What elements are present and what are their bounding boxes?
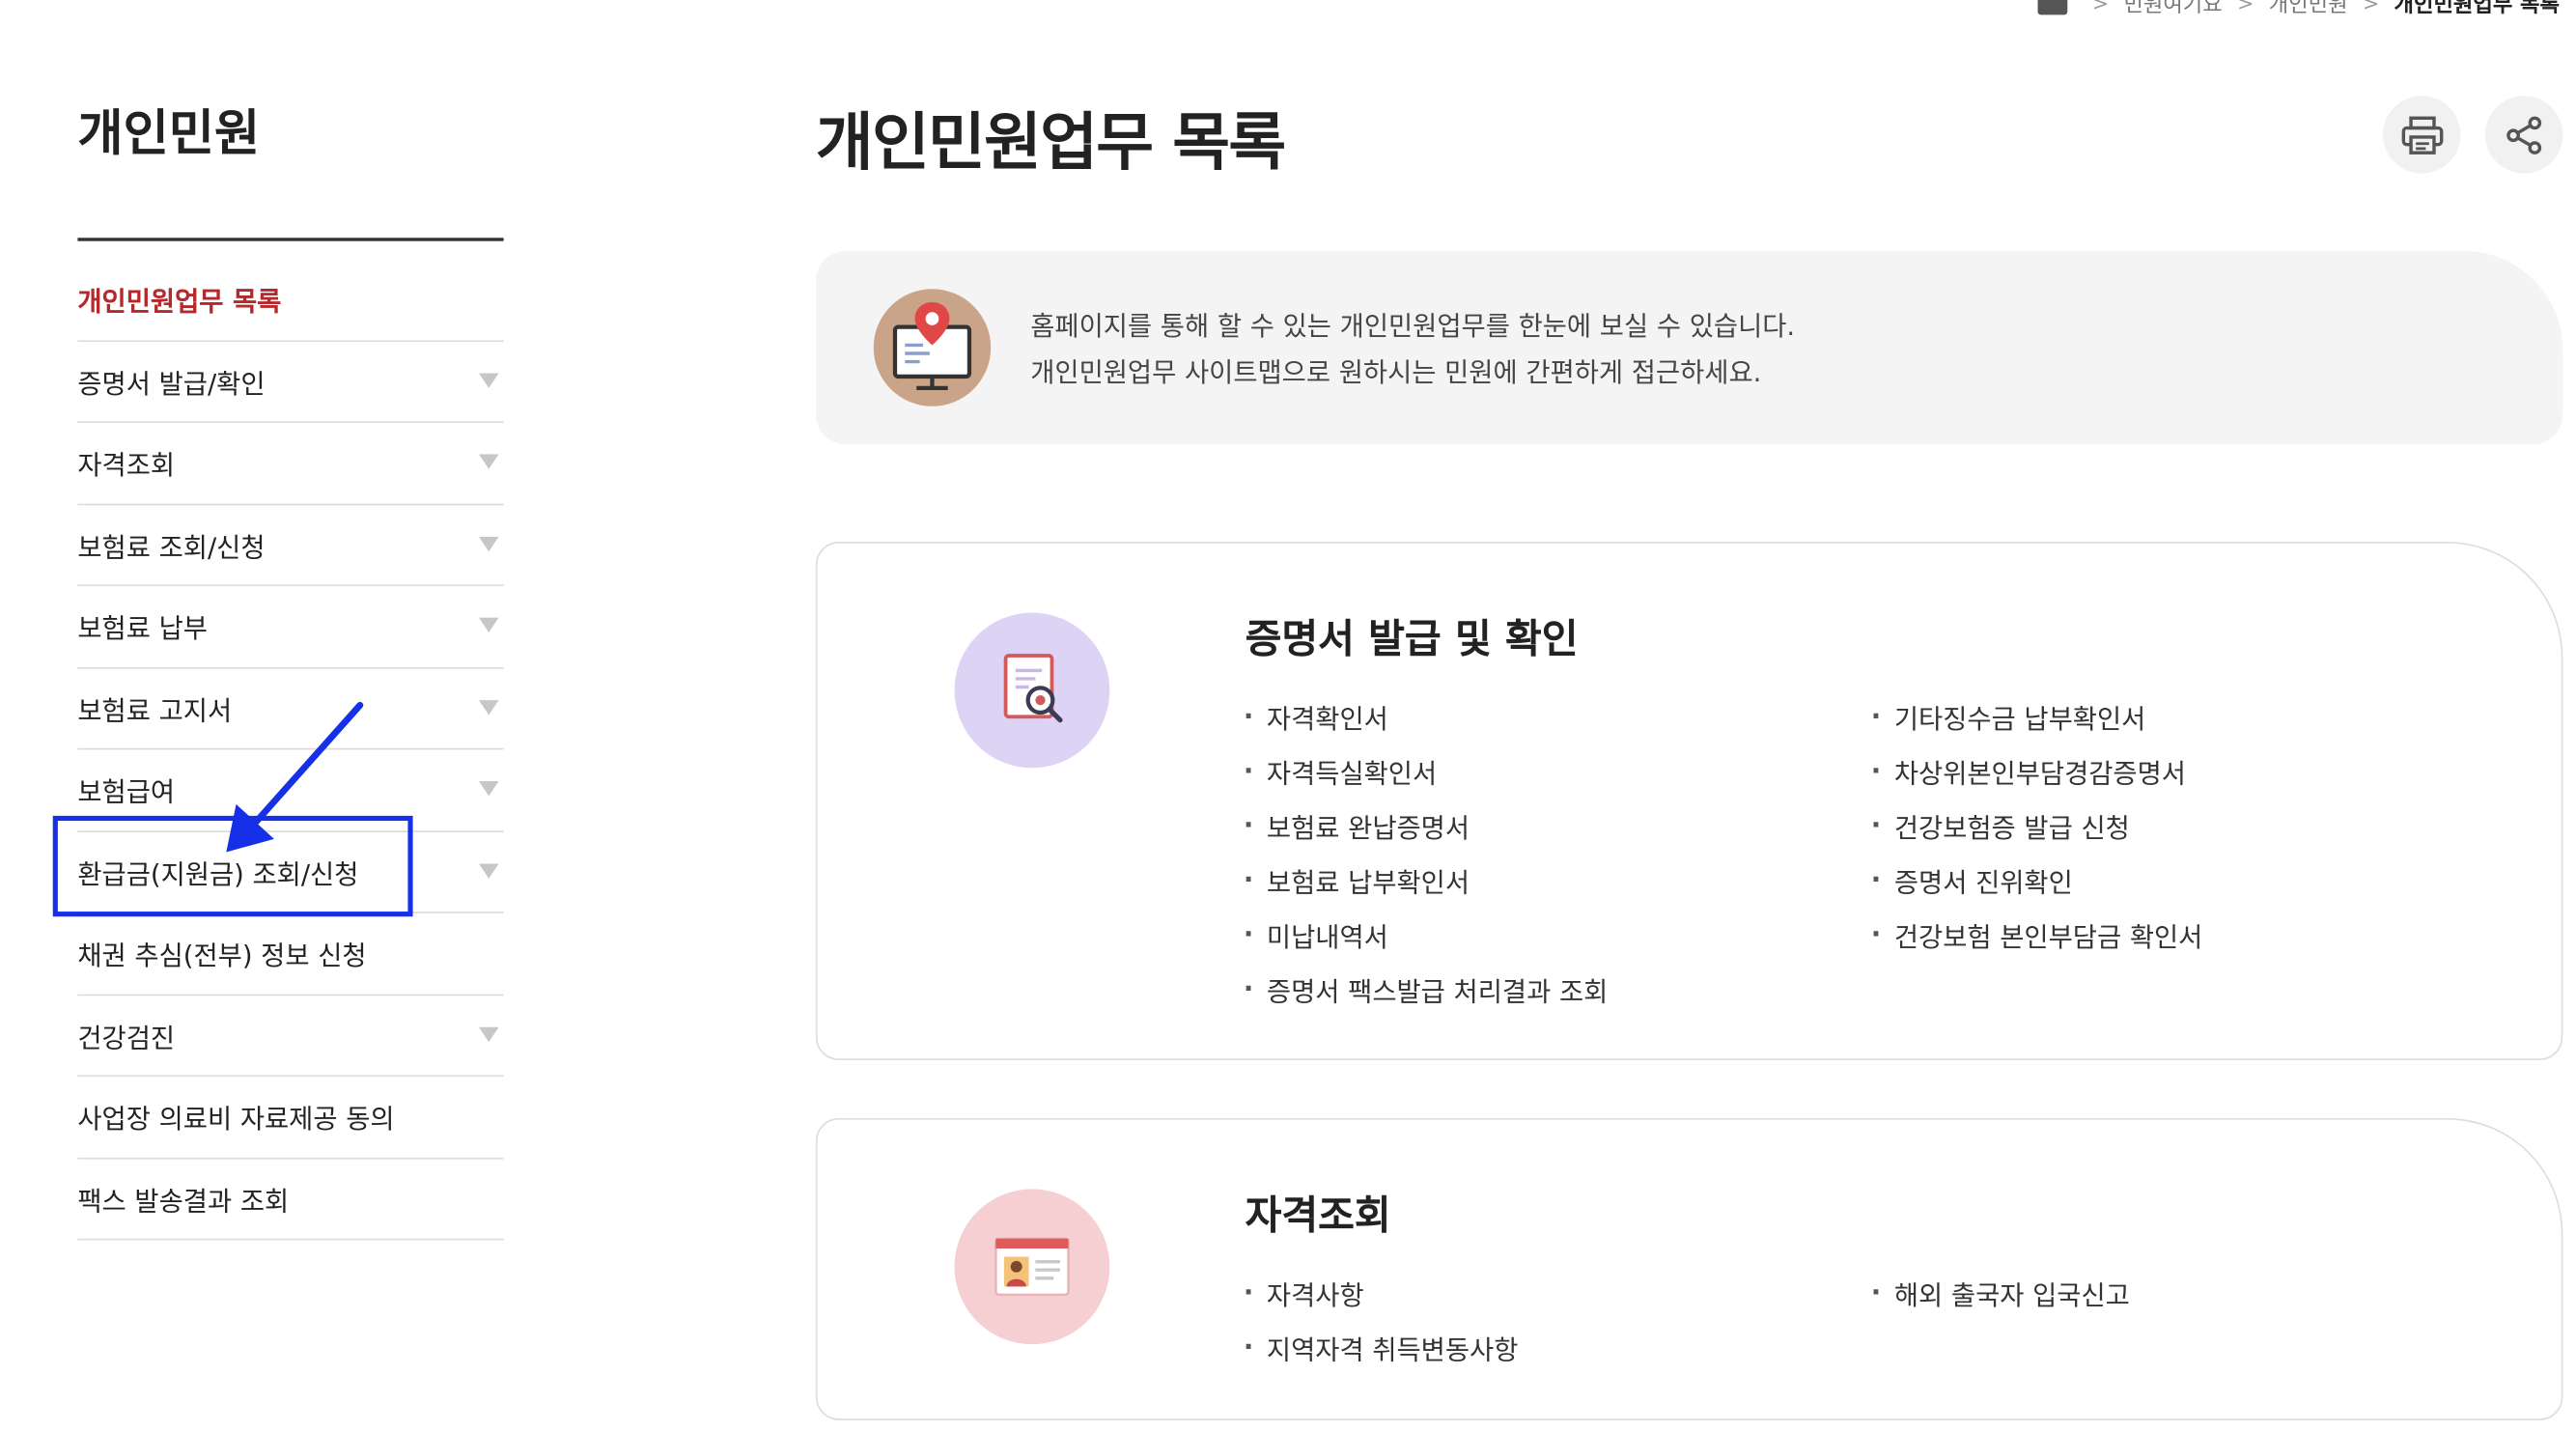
sidebar-item-label: 증명서 발급/확인 [77, 367, 266, 400]
sidebar-item-label: 보험료 고지서 [77, 694, 233, 727]
sidebar-divider [77, 238, 504, 241]
document-search-icon [954, 612, 1110, 769]
sidebar-item-label: 팩스 발송결과 조회 [77, 1185, 290, 1218]
list-item-link[interactable]: 지역자격 취득변동사항 [1244, 1320, 1518, 1374]
list-item-link[interactable]: 해외 출국자 입국신고 [1871, 1265, 2130, 1319]
page-title: 개인민원업무 목록 [815, 105, 1286, 179]
intro-text: 홈페이지를 통해 할 수 있는 개인민원업무를 한눈에 보실 수 있습니다. 개… [1030, 304, 1795, 397]
caret-down-icon[interactable] [478, 373, 499, 388]
intro-box: 홈페이지를 통해 할 수 있는 개인민원업무를 한눈에 보실 수 있습니다. 개… [815, 250, 2563, 445]
caret-down-icon[interactable] [478, 863, 499, 879]
breadcrumb-separator-icon: > [2362, 0, 2380, 14]
section-card-qualification: 자격조회 자격사항 지역자격 취득변동사항 해외 출국자 입국신고 [815, 1117, 2563, 1420]
sidebar-item-qualification[interactable]: 자격조회 [77, 423, 504, 505]
monitor-location-icon [873, 289, 992, 407]
list-item-link[interactable]: 증명서 팩스발급 처리결과 조회 [1244, 961, 1608, 1015]
breadcrumb-separator-icon: > [2091, 0, 2110, 14]
id-card-icon [954, 1189, 1110, 1345]
sidebar-item-label: 건강검진 [77, 1022, 176, 1053]
page-root: > 민원여기요 > 개인민원 > 개인민원업무 목록 개인민원 개인민원업무 목… [0, 0, 2576, 1431]
caret-down-icon[interactable] [478, 699, 499, 716]
caret-down-icon[interactable] [478, 536, 499, 551]
link-list-left: 자격확인서 자격득실확인서 보험료 완납증명서 보험료 납부확인서 미납내역서 … [1244, 688, 1608, 1016]
section-card-certificates: 증명서 발급 및 확인 자격확인서 자격득실확인서 보험료 완납증명서 보험료 … [815, 541, 2563, 1061]
annotation-highlight-box [52, 815, 413, 917]
caret-down-icon[interactable] [478, 618, 499, 633]
sidebar-item-certificates[interactable]: 증명서 발급/확인 [77, 341, 504, 423]
link-list-right: 기타징수금 납부확인서 차상위본인부담경감증명서 건강보험증 발급 신청 증명서… [1871, 688, 2203, 961]
sidebar-item-civil-service-list[interactable]: 개인민원업무 목록 [77, 260, 504, 342]
sidebar-item-premium-notice[interactable]: 보험료 고지서 [77, 668, 504, 750]
sidebar-menu: 개인민원업무 목록 증명서 발급/확인 자격조회 보험료 조회/신청 보험료 납… [77, 260, 504, 1241]
list-item-link[interactable]: 자격사항 [1244, 1265, 1519, 1319]
caret-down-icon[interactable] [478, 1026, 499, 1042]
sidebar-item-premium-inquiry[interactable]: 보험료 조회/신청 [77, 504, 504, 587]
sidebar-item-label: 보험료 납부 [77, 612, 208, 645]
breadcrumb-item[interactable]: 민원여기요 [2123, 0, 2222, 18]
intro-line: 개인민원업무 사이트맵으로 원하시는 민원에 간편하게 접근하세요. [1030, 356, 1762, 388]
caret-down-icon[interactable] [478, 454, 499, 470]
breadcrumb-current: 개인민원업무 목록 [2394, 0, 2560, 18]
list-item-link[interactable]: 보험료 납부확인서 [1244, 853, 1608, 907]
caret-down-icon[interactable] [478, 781, 499, 797]
share-icon [2506, 115, 2541, 154]
sidebar-item-label: 보험료 조회/신청 [77, 531, 266, 563]
list-item-link[interactable]: 자격득실확인서 [1244, 744, 1608, 798]
sidebar-item-fax-result[interactable]: 팩스 발송결과 조회 [77, 1159, 504, 1241]
list-item-link[interactable]: 보험료 완납증명서 [1244, 798, 1608, 852]
share-button[interactable] [2485, 96, 2563, 174]
breadcrumb-item[interactable]: 개인민원 [2269, 0, 2348, 18]
list-item-link[interactable]: 자격확인서 [1244, 688, 1608, 743]
print-button[interactable] [2382, 96, 2461, 174]
link-list-left: 자격사항 지역자격 취득변동사항 [1244, 1265, 1519, 1374]
sidebar-item-label: 자격조회 [77, 449, 176, 482]
printer-icon [2400, 115, 2443, 154]
list-item-link[interactable]: 차상위본인부담경감증명서 [1871, 744, 2203, 798]
list-item-link[interactable]: 기타징수금 납부확인서 [1871, 688, 2203, 743]
sidebar-item-label: 채권 추심(전부) 정보 신청 [77, 940, 367, 972]
breadcrumb: > 민원여기요 > 개인민원 > 개인민원업무 목록 [2037, 0, 2560, 18]
link-list-right: 해외 출국자 입국신고 [1871, 1265, 2130, 1319]
list-item-link[interactable]: 증명서 진위확인 [1871, 853, 2203, 907]
sidebar-item-label: 개인민원업무 목록 [77, 286, 282, 318]
breadcrumb-separator-icon: > [2237, 0, 2254, 14]
home-icon[interactable] [2037, 0, 2068, 14]
sidebar-item-debt-collection[interactable]: 채권 추심(전부) 정보 신청 [77, 913, 504, 996]
sidebar-item-label: 보험급여 [77, 776, 176, 808]
list-item-link[interactable]: 미납내역서 [1244, 907, 1608, 961]
sidebar-item-premium-payment[interactable]: 보험료 납부 [77, 586, 504, 668]
sidebar-item-label: 사업장 의료비 자료제공 동의 [77, 1103, 395, 1136]
sidebar-item-medical-data-consent[interactable]: 사업장 의료비 자료제공 동의 [77, 1077, 504, 1159]
intro-line: 홈페이지를 통해 할 수 있는 개인민원업무를 한눈에 보실 수 있습니다. [1030, 310, 1796, 343]
sidebar-item-health-checkup[interactable]: 건강검진 [77, 995, 504, 1078]
section-title: 자격조회 [1245, 1192, 1391, 1239]
list-item-link[interactable]: 건강보험 본인부담금 확인서 [1871, 907, 2203, 961]
section-title: 증명서 발급 및 확인 [1245, 615, 1579, 662]
list-item-link[interactable]: 건강보험증 발급 신청 [1871, 798, 2203, 852]
sidebar-title: 개인민원 [77, 105, 261, 164]
